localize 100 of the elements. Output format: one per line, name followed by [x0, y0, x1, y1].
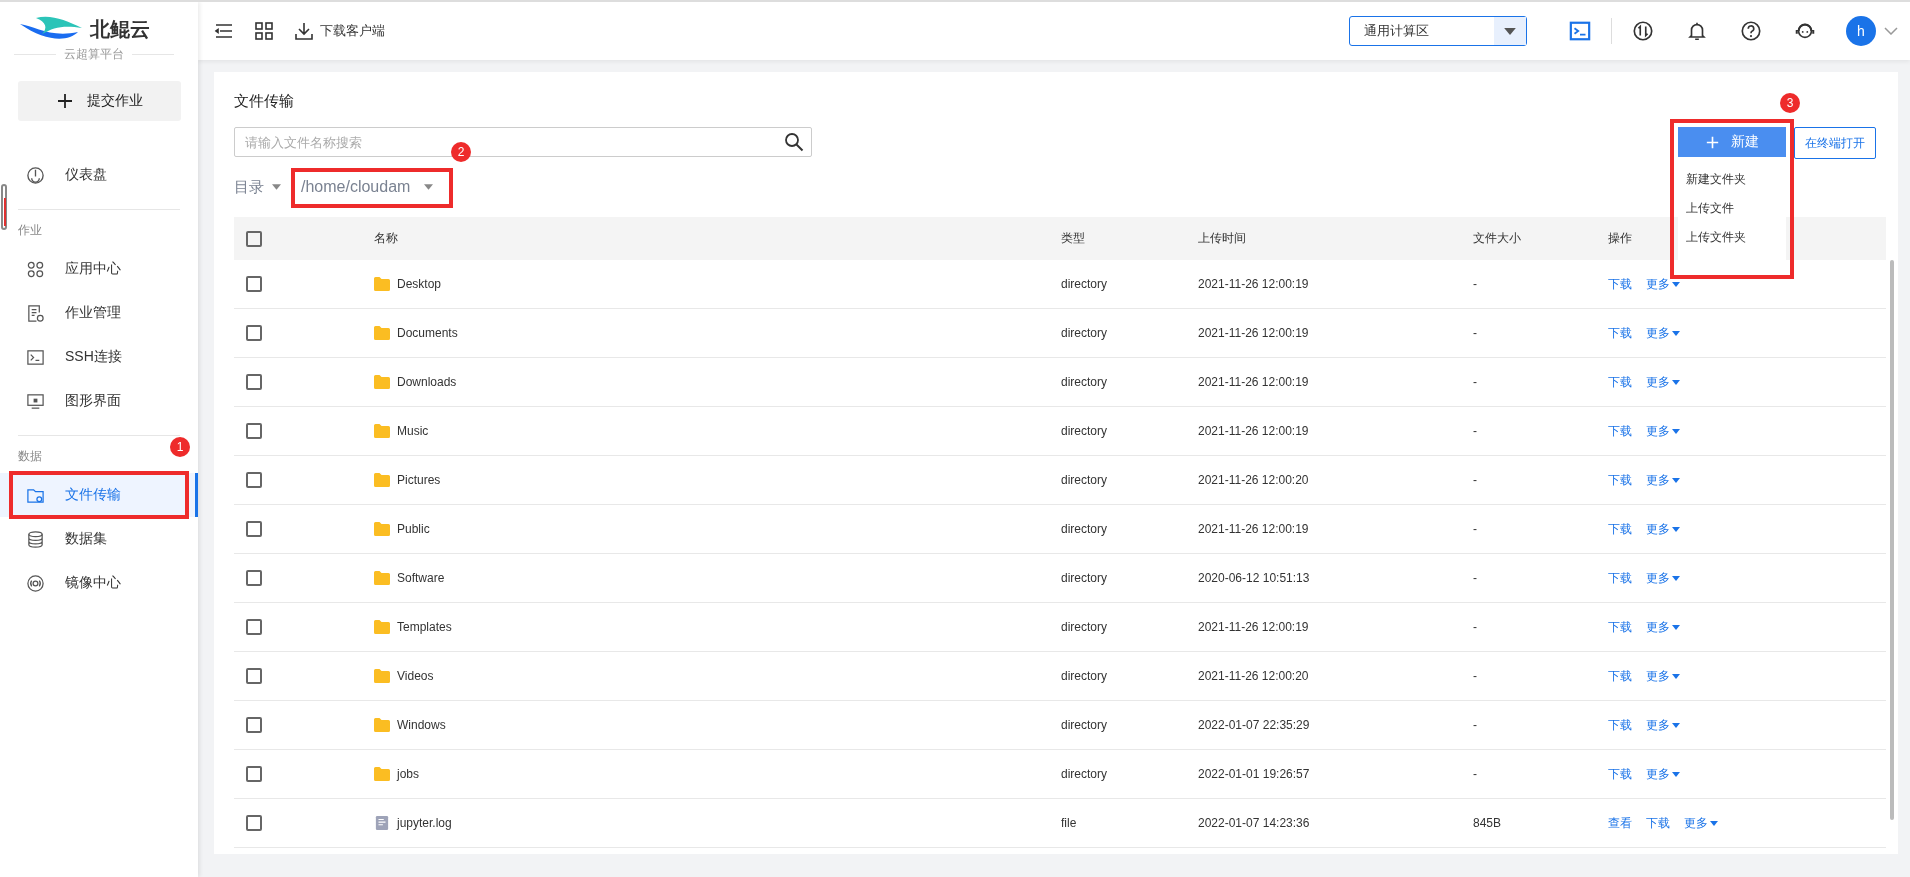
checkbox[interactable] [246, 521, 262, 537]
more-link[interactable]: 更多 [1646, 618, 1680, 636]
column-header: 类型 [1061, 231, 1085, 245]
grid-icon[interactable] [254, 21, 274, 41]
file-name[interactable]: Public [397, 522, 430, 536]
table-cell: 2021-11-26 12:00:20 [1198, 473, 1309, 487]
checkbox[interactable] [246, 325, 262, 341]
checkbox[interactable] [246, 668, 262, 684]
open-in-terminal-button[interactable]: 在终端打开 [1794, 127, 1876, 159]
checkbox[interactable] [246, 276, 262, 292]
more-link[interactable]: 更多 [1646, 716, 1680, 734]
menu-item[interactable]: 上传文件 [1678, 194, 1786, 223]
action-link[interactable]: 下载 [1608, 618, 1632, 636]
checkbox[interactable] [246, 570, 262, 586]
brand-subtitle: 云超算平台 [64, 46, 124, 63]
action-link[interactable]: 下载 [1608, 275, 1632, 293]
checkbox[interactable] [246, 815, 262, 831]
table-cell: 2021-11-26 12:00:19 [1198, 277, 1309, 291]
table-cell: - [1473, 522, 1477, 536]
action-link[interactable]: 下载 [1608, 422, 1632, 440]
help-icon[interactable] [1740, 20, 1762, 42]
download-client-button[interactable]: 下载客户端 [294, 21, 385, 41]
action-link[interactable]: 下载 [1608, 569, 1632, 587]
checkbox[interactable] [246, 230, 262, 247]
action-link[interactable]: 下载 [1608, 520, 1632, 538]
terminal-icon[interactable] [1569, 20, 1591, 42]
file-name[interactable]: Videos [397, 669, 434, 683]
user-avatar[interactable]: h [1846, 16, 1876, 46]
brand-name: 北鲲云 [90, 16, 150, 42]
section-label: 作业 [18, 223, 42, 237]
zone-select[interactable]: 通用计算区 [1349, 16, 1527, 46]
directory-dropdown[interactable]: 目录 [234, 177, 281, 197]
search-icon[interactable] [784, 132, 804, 152]
more-link[interactable]: 更多 [1646, 520, 1680, 538]
scrollbar[interactable] [1890, 260, 1894, 820]
checkbox[interactable] [246, 766, 262, 782]
file-name[interactable]: Desktop [397, 277, 442, 291]
sidebar-item[interactable]: 仪表盘 [0, 153, 198, 197]
folder-icon [374, 718, 390, 732]
document-icon [26, 303, 45, 323]
table-cell: 2020-06-12 10:51:13 [1198, 571, 1310, 585]
checkbox[interactable] [246, 374, 262, 390]
file-name[interactable]: jupyter.log [397, 816, 452, 830]
action-link[interactable]: 下载 [1608, 324, 1632, 342]
path-dropdown[interactable]: /home/cloudam [297, 174, 444, 200]
more-link[interactable]: 更多 [1646, 324, 1680, 342]
action-link[interactable]: 下载 [1646, 814, 1670, 832]
more-link[interactable]: 更多 [1646, 275, 1680, 293]
caret-icon [1672, 575, 1680, 581]
file-name[interactable]: Documents [397, 326, 458, 340]
file-name[interactable]: Templates [397, 620, 452, 634]
sidebar-item[interactable]: SSH连接 [0, 335, 198, 379]
bell-icon[interactable] [1686, 20, 1708, 42]
checkbox[interactable] [246, 423, 262, 439]
menu-icon[interactable] [214, 21, 234, 41]
file-name[interactable]: Downloads [397, 375, 457, 389]
menu-item[interactable]: 上传文件夹 [1678, 223, 1786, 252]
checkbox[interactable] [246, 717, 262, 733]
table-cell: 2022-01-07 22:35:29 [1198, 718, 1310, 732]
more-link[interactable]: 更多 [1646, 471, 1680, 489]
action-link[interactable]: 下载 [1608, 471, 1632, 489]
checkbox[interactable] [246, 619, 262, 635]
more-link[interactable]: 更多 [1684, 814, 1718, 832]
checkbox[interactable] [246, 472, 262, 488]
action-link[interactable]: 下载 [1608, 765, 1632, 783]
sidebar-item[interactable]: 镜像中心 [0, 561, 198, 605]
new-button[interactable]: 新建 [1678, 127, 1786, 157]
action-link[interactable]: 查看 [1608, 814, 1632, 832]
action-link[interactable]: 下载 [1608, 373, 1632, 391]
caret-icon [1504, 27, 1516, 35]
more-link[interactable]: 更多 [1646, 422, 1680, 440]
chevron-down-icon[interactable] [1884, 27, 1898, 35]
sidebar-item[interactable]: 作业管理 [0, 291, 198, 335]
sidebar-item[interactable]: 应用中心 [0, 247, 198, 291]
file-name[interactable]: Windows [397, 718, 446, 732]
table-cell: - [1473, 473, 1477, 487]
sidebar-item[interactable]: 数据集 [0, 517, 198, 561]
file-icon [374, 816, 390, 830]
action-link[interactable]: 下载 [1608, 716, 1632, 734]
action-link[interactable]: 下载 [1608, 667, 1632, 685]
page-title: 文件传输 [234, 92, 294, 111]
more-link[interactable]: 更多 [1646, 667, 1680, 685]
caret-icon [1672, 330, 1680, 336]
transfer-icon[interactable] [1632, 20, 1654, 42]
table-cell: directory [1061, 767, 1107, 781]
table-cell: directory [1061, 571, 1107, 585]
sidebar-item[interactable]: 图形界面 [0, 379, 198, 423]
more-link[interactable]: 更多 [1646, 569, 1680, 587]
submit-job-button[interactable]: 提交作业 [18, 81, 181, 121]
table-cell: - [1473, 277, 1477, 291]
table-cell: directory [1061, 522, 1107, 536]
monitor-icon [26, 391, 45, 411]
plus-icon [1705, 135, 1719, 149]
file-name[interactable]: Software [397, 571, 445, 585]
file-name[interactable]: jobs [397, 767, 419, 781]
more-link[interactable]: 更多 [1646, 765, 1680, 783]
menu-item[interactable]: 新建文件夹 [1678, 165, 1786, 194]
file-name[interactable]: Pictures [397, 473, 441, 487]
file-name[interactable]: Music [397, 424, 429, 438]
more-link[interactable]: 更多 [1646, 373, 1680, 391]
